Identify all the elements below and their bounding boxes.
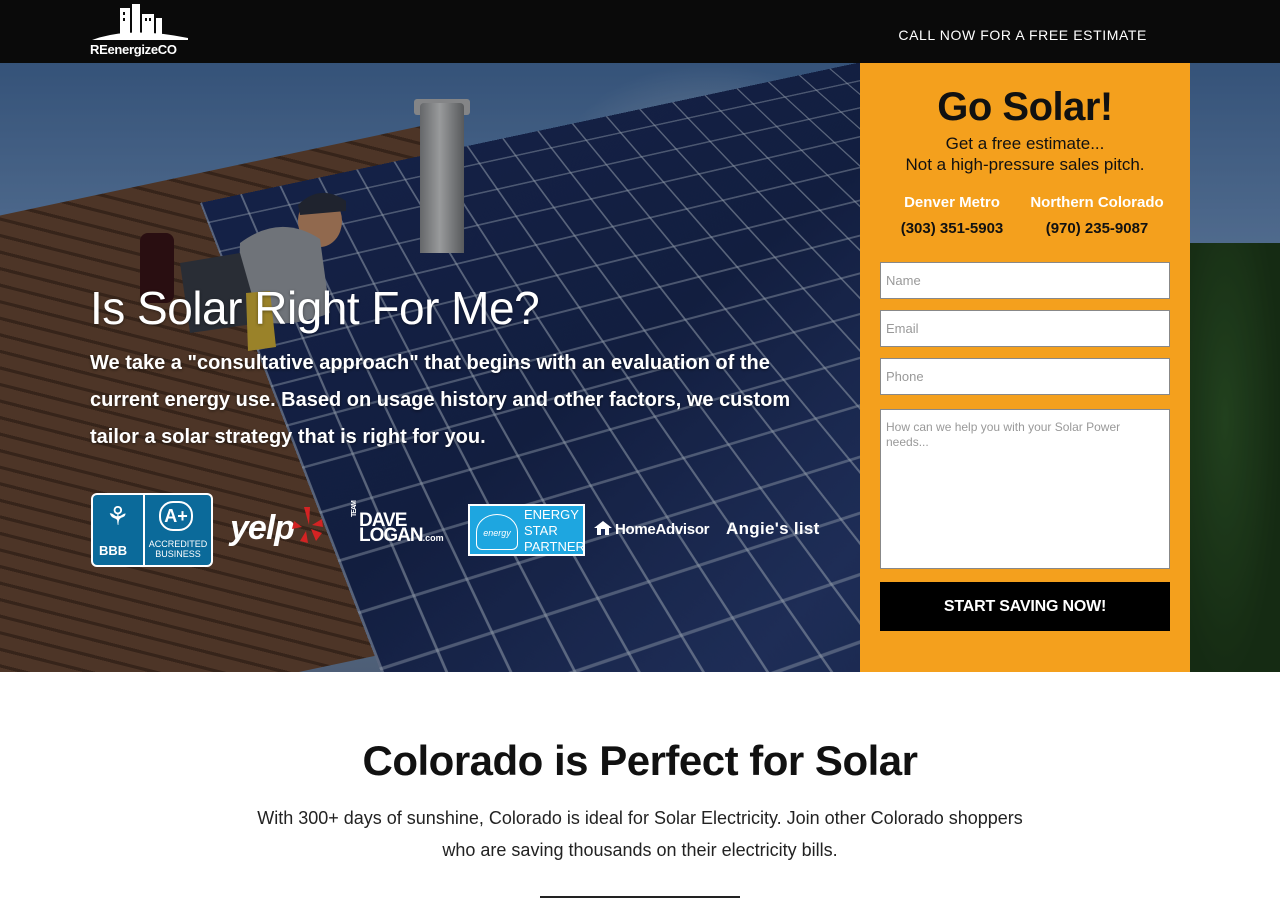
region-name: Denver Metro <box>904 194 1000 211</box>
hero-body-pre: We take a <box>90 352 188 374</box>
company-logo[interactable]: REenergizeCO <box>90 4 190 58</box>
bbb-accredited-text: ACCREDITED BUSINESS <box>148 539 208 559</box>
homeadvisor-text: HomeAdvisor <box>615 521 710 538</box>
bbb-label: BBB <box>99 543 128 558</box>
start-saving-button[interactable]: START SAVING NOW! <box>880 582 1170 631</box>
dave-logan-logo[interactable]: TEAM DAVE LOGAN.com <box>350 501 444 546</box>
dave-team-label: TEAM <box>351 501 358 517</box>
section-title: Colorado is Perfect for Solar <box>362 737 918 784</box>
hero-body-text: We take a "consultative approach" that b… <box>90 345 830 456</box>
bbb-badge[interactable]: ⚘ BBB A+ ACCREDITED BUSINESS <box>91 493 213 567</box>
homeadvisor-logo[interactable]: HomeAdvisor <box>594 521 710 538</box>
bbb-torch-icon: ⚘ <box>106 501 130 531</box>
hero-body-emphasis: "consultative approach" <box>187 352 419 374</box>
message-field[interactable] <box>880 409 1170 569</box>
dave-name-line2: LOGAN.com <box>359 525 444 546</box>
bbb-left-panel: ⚘ BBB <box>93 495 143 565</box>
logo-text: REenergizeCO <box>90 42 177 57</box>
yelp-logo[interactable]: yelp <box>230 509 295 548</box>
hero-headline: Is Solar Right For Me? <box>90 282 540 334</box>
dave-suffix: .com <box>422 533 444 543</box>
dave-name-part: LOGAN <box>359 525 424 546</box>
region-northern-colorado: Northern Colorado (970) 235-9087 <box>1022 194 1172 237</box>
region-name: Northern Colorado <box>1030 194 1164 211</box>
phone-field[interactable] <box>880 358 1170 395</box>
name-field[interactable] <box>880 262 1170 299</box>
estimate-form-panel: Go Solar! Get a free estimate... Not a h… <box>860 63 1190 672</box>
region-phone-link[interactable]: (970) 235-9087 <box>1022 220 1172 237</box>
energy-star-icon: energy <box>476 514 518 550</box>
angies-list-logo[interactable]: Angie's list <box>726 519 820 539</box>
bbb-right-panel: A+ ACCREDITED BUSINESS <box>145 495 211 565</box>
email-field[interactable] <box>880 310 1170 347</box>
top-bar: REenergizeCO CALL NOW FOR A FREE ESTIMAT… <box>0 0 1280 63</box>
form-subtitle-2: Not a high-pressure sales pitch. <box>905 155 1145 174</box>
section-divider <box>540 896 740 898</box>
region-denver: Denver Metro (303) 351-5903 <box>877 194 1027 237</box>
region-phone-link[interactable]: (303) 351-5903 <box>877 220 1027 237</box>
yelp-burst-icon <box>292 507 323 543</box>
energy-star-badge[interactable]: energy ENERGY STAR PARTNER <box>468 504 585 556</box>
section-body: With 300+ days of sunshine, Colorado is … <box>257 808 1023 860</box>
form-subtitle-1: Get a free estimate... <box>945 134 1105 153</box>
trust-badges: ⚘ BBB A+ ACCREDITED BUSINESS yelp TEAM D… <box>90 493 830 567</box>
call-now-link[interactable]: CALL NOW FOR A FREE ESTIMATE <box>898 27 1147 43</box>
bbb-grade: A+ <box>159 501 193 531</box>
company-logo-icon <box>92 4 188 40</box>
energy-star-text: ENERGY STAR PARTNER <box>524 507 585 554</box>
homeadvisor-house-icon <box>594 521 612 535</box>
form-title: Go Solar! <box>937 85 1113 129</box>
